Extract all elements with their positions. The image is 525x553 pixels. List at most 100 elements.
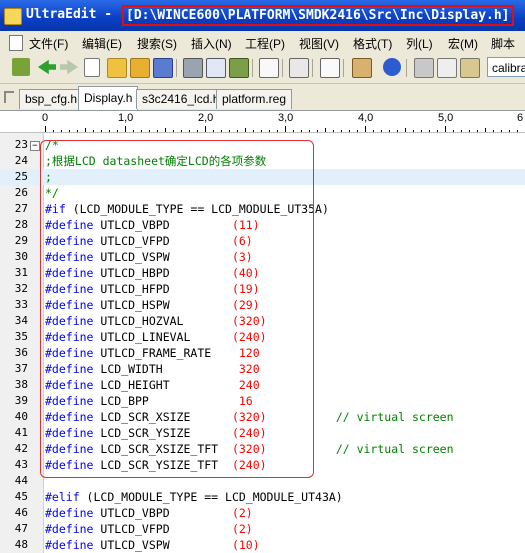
cut-icon[interactable] — [414, 58, 434, 78]
code-line[interactable]: 29 #define UTLCD_VFPD (6) — [0, 233, 525, 249]
menu-format[interactable]: 格式(T) — [353, 35, 392, 52]
code-line[interactable]: 24 ;根据LCD datasheet确定LCD的各项参数 — [0, 153, 525, 169]
ruler-tick — [301, 130, 302, 132]
word-wrap-icon[interactable] — [259, 58, 279, 78]
save-icon[interactable] — [153, 58, 173, 78]
line-number: 30 — [14, 250, 28, 263]
code-line[interactable]: 26 */ — [0, 185, 525, 201]
code-editor[interactable]: 23−/* 24 ;根据LCD datasheet确定LCD的各项参数 25; 26 */… — [0, 133, 525, 553]
code-text: #define UTLCD_VBPD (2) — [45, 505, 253, 521]
code-text: #define LCD_SCR_YSIZE_TFT (240) — [45, 457, 267, 473]
toolbar-grip-icon[interactable] — [12, 58, 30, 76]
code-line[interactable]: 27 #if (LCD_MODULE_TYPE == LCD_MODULE_UT3… — [0, 201, 525, 217]
code-line[interactable]: 38 #define LCD_HEIGHT 240 — [0, 377, 525, 393]
toolbar-separator — [282, 59, 283, 77]
code-text: #define UTLCD_FRAME_RATE 120 — [45, 345, 260, 361]
ruler-tick — [61, 130, 62, 132]
document-icon[interactable] — [9, 35, 23, 51]
code-line[interactable]: 48 #define UTLCD_VSPW (10) — [0, 537, 525, 553]
line-number: 24 — [14, 154, 28, 167]
code-token: */ — [45, 186, 59, 200]
hex-mode-icon[interactable] — [320, 58, 340, 78]
code-line[interactable]: 33 #define UTLCD_HSPW (29) — [0, 297, 525, 313]
tab-platform-reg[interactable]: platform.reg — [216, 89, 293, 109]
new-file-icon[interactable] — [84, 58, 100, 77]
code-line[interactable]: 43 #define LCD_SCR_YSIZE_TFT (240) — [0, 457, 525, 473]
code-token: // virtual screen — [266, 410, 454, 424]
code-line[interactable]: 32 #define UTLCD_HFPD (19) — [0, 281, 525, 297]
fold-toggle-icon[interactable]: − — [30, 141, 40, 151]
code-line[interactable]: 37 #define LCD_WIDTH 320 — [0, 361, 525, 377]
menu-file[interactable]: 文件(F) — [29, 35, 68, 52]
ruler-tick — [237, 130, 238, 132]
code-token: (10) — [231, 538, 260, 552]
code-line[interactable]: 42 #define LCD_SCR_XSIZE_TFT (320) // vir… — [0, 441, 525, 457]
ruler-label: 4,0 — [358, 112, 374, 124]
code-line[interactable]: 47 #define UTLCD_VFPD (2) — [0, 521, 525, 537]
code-line[interactable]: 36 #define UTLCD_FRAME_RATE 120 — [0, 345, 525, 361]
ruler-tick — [373, 130, 374, 132]
tab-s3c2416-lcd[interactable]: s3c2416_lcd.h — [136, 89, 226, 109]
code-token: LCD_BPP — [93, 394, 239, 408]
ruler-tick — [117, 130, 118, 132]
code-text: #define UTLCD_VBPD (11) — [45, 217, 260, 233]
open-folder-icon[interactable] — [107, 58, 127, 78]
line-number: 40 — [14, 410, 28, 423]
code-line[interactable]: 39 #define LCD_BPP 16 — [0, 393, 525, 409]
font-name-field[interactable]: calibra — [487, 57, 525, 77]
copy-icon[interactable] — [437, 58, 457, 78]
ruler-tick — [437, 130, 438, 132]
menu-view[interactable]: 视图(V) — [299, 35, 339, 52]
ruler-tick — [261, 130, 262, 132]
code-text: #if (LCD_MODULE_TYPE == LCD_MODULE_UT35A… — [45, 201, 329, 217]
code-token: ; — [45, 170, 52, 184]
code-line[interactable]: 28 #define UTLCD_VBPD (11) — [0, 217, 525, 233]
code-line[interactable]: 35 #define UTLCD_LINEVAL (240) — [0, 329, 525, 345]
code-line[interactable]: 23−/* — [0, 137, 525, 153]
tab-display[interactable]: Display.h — [78, 86, 139, 110]
column-ruler: 0 1,0 2,0 3,0 4,0 5,0 6 — [0, 111, 525, 133]
menu-search[interactable]: 搜索(S) — [137, 35, 177, 52]
browser-globe-icon[interactable] — [383, 58, 401, 76]
menu-column[interactable]: 列(L) — [406, 35, 433, 52]
code-token: #define — [45, 362, 94, 376]
column-mode-icon[interactable] — [289, 58, 309, 78]
print-icon[interactable] — [183, 58, 203, 78]
tab-list-icon[interactable] — [4, 91, 14, 103]
tab-bsp-cfg[interactable]: bsp_cfg.h — [19, 89, 84, 109]
open-recent-icon[interactable] — [130, 58, 150, 78]
code-line[interactable]: 25; — [0, 169, 525, 185]
code-line[interactable]: 45 #elif (LCD_MODULE_TYPE == LCD_MODULE_U… — [0, 489, 525, 505]
code-line[interactable]: 31 #define UTLCD_HBPD (40) — [0, 265, 525, 281]
line-number: 34 — [14, 314, 28, 327]
menu-project[interactable]: 工程(P) — [245, 35, 285, 52]
code-line[interactable]: 34 #define UTLCD_HOZVAL (320) — [0, 313, 525, 329]
menu-macro[interactable]: 宏(M) — [448, 35, 478, 52]
menu-script[interactable]: 脚本 — [491, 35, 515, 52]
menu-insert[interactable]: 插入(N) — [191, 35, 232, 52]
ruler-tick — [293, 130, 294, 132]
ruler-tick — [397, 130, 398, 132]
menu-edit[interactable]: 编辑(E) — [82, 35, 122, 52]
paste-icon[interactable] — [460, 58, 480, 78]
ruler-tick — [69, 130, 70, 132]
code-line[interactable]: 41 #define LCD_SCR_YSIZE (240) — [0, 425, 525, 441]
code-token: (LCD_MODULE_TYPE == LCD_MODULE_UT43A) — [79, 490, 343, 504]
ruler-tick — [357, 130, 358, 132]
print-preview-icon[interactable] — [206, 58, 226, 78]
code-text: #define UTLCD_VFPD (6) — [45, 233, 253, 249]
ruler-tick — [213, 130, 214, 132]
ruler-tick — [245, 128, 246, 132]
back-arrow-icon[interactable] — [38, 59, 56, 75]
line-number: 39 — [14, 394, 28, 407]
properties-icon[interactable] — [352, 58, 372, 78]
code-line[interactable]: 46 #define UTLCD_VBPD (2) — [0, 505, 525, 521]
ultraedit-app-icon[interactable] — [4, 8, 22, 25]
code-token: #define — [45, 234, 94, 248]
code-line[interactable]: 40 #define LCD_SCR_XSIZE (320) // virtual… — [0, 409, 525, 425]
forward-arrow-icon[interactable] — [60, 59, 78, 75]
code-line[interactable]: 30 #define UTLCD_VSPW (3) — [0, 249, 525, 265]
spell-check-icon[interactable] — [229, 58, 249, 78]
code-line[interactable]: 44 — [0, 473, 525, 489]
line-number: 46 — [14, 506, 28, 519]
